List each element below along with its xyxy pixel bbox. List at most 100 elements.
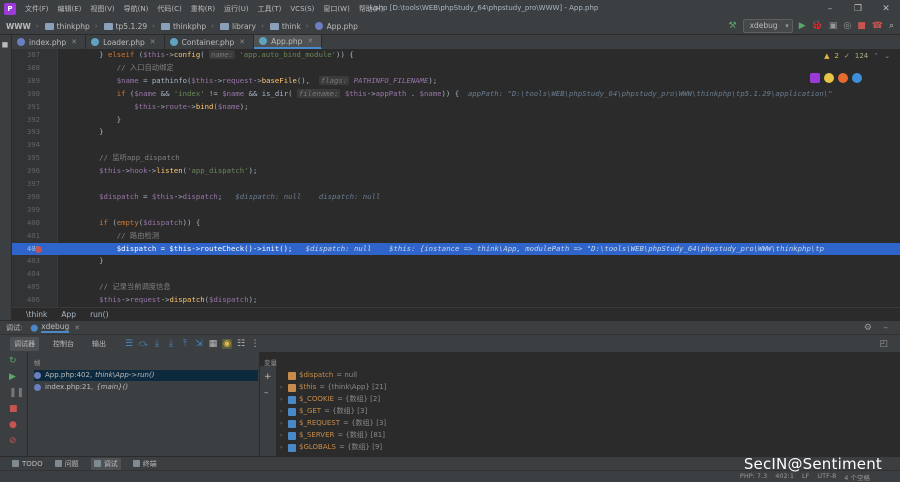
variable-row[interactable]: › $this = {think\App} [21] <box>280 382 386 393</box>
breakpoint-icon[interactable] <box>35 245 42 253</box>
code-line[interactable]: 391 $this->route->bind($name); <box>12 101 900 114</box>
frame-row[interactable]: index.php:21, {main}() <box>34 382 258 393</box>
code-editor[interactable]: 387 } elseif ($this->config( name: 'app.… <box>12 49 900 307</box>
expand-icon[interactable]: › <box>280 418 288 429</box>
listen-debug-icon[interactable]: ☎ <box>872 21 883 31</box>
tab-index-php[interactable]: index.php ✕ <box>12 35 87 49</box>
tab-debugger[interactable]: 调试器 <box>10 336 39 351</box>
debug-icon[interactable]: 🐞 <box>812 21 823 31</box>
inspection-widget[interactable]: ▲ 2 ✓ 124 ⌃ ⌄ <box>824 52 890 60</box>
gear-icon[interactable]: ⚙ <box>864 323 872 333</box>
tab-output[interactable]: 输出 <box>88 337 110 351</box>
show-execution-point-icon[interactable]: ☰ <box>124 339 134 349</box>
variable-row[interactable]: $dispatch = null <box>280 370 357 381</box>
debug-session-tab[interactable]: xdebug <box>41 322 70 333</box>
code-line[interactable]: 404 <box>12 268 900 281</box>
close-tab-icon[interactable]: ✕ <box>239 38 245 46</box>
code-line[interactable]: 389 $name = pathinfo($this->request->bas… <box>12 75 900 88</box>
tab-app-php[interactable]: App.php ✕ <box>254 35 323 49</box>
step-out-icon[interactable]: ⤒ <box>180 339 190 349</box>
variable-row[interactable]: › $GLOBALS = {数组} [9] <box>280 442 382 453</box>
menu-edit[interactable]: 编辑(E) <box>58 4 82 14</box>
crumb-library[interactable]: library <box>219 22 256 31</box>
stop-debug-icon[interactable]: ■ <box>9 404 18 414</box>
todo-tool-button[interactable]: TODO <box>12 460 43 468</box>
edge-icon[interactable] <box>852 73 862 83</box>
crumb-thinkphp[interactable]: thinkphp <box>44 22 90 31</box>
code-line[interactable]: 397 <box>12 178 900 191</box>
run-config-select[interactable]: xdebug <box>742 19 793 33</box>
code-line[interactable]: 405 // 记录当前调度信息 <box>12 281 900 294</box>
crumb-method[interactable]: run() <box>90 310 108 319</box>
menu-navigate[interactable]: 导航(N) <box>124 4 149 14</box>
tab-loader-php[interactable]: Loader.php ✕ <box>86 35 165 49</box>
tab-container-php[interactable]: Container.php ✕ <box>165 35 255 49</box>
code-line[interactable]: 406 $this->request->dispatch($dispatch); <box>12 294 900 307</box>
chrome-icon[interactable] <box>824 73 834 83</box>
step-over-icon[interactable]: ⤼ <box>138 339 148 349</box>
close-icon[interactable]: ✕ <box>872 0 900 18</box>
rerun-icon[interactable]: ↻ <box>9 356 17 366</box>
phpstorm-browser-icon[interactable] <box>810 73 820 83</box>
menu-vcs[interactable]: VCS(S) <box>290 5 314 13</box>
line-separator[interactable]: LF <box>802 472 809 482</box>
menu-window[interactable]: 窗口(W) <box>323 4 349 14</box>
code-line[interactable]: 390 if ($name && 'index' != $name && is_… <box>12 88 900 101</box>
expand-icon[interactable]: › <box>280 406 288 417</box>
code-line[interactable]: 396 $this->hook->listen('app_dispatch'); <box>12 165 900 178</box>
pause-icon[interactable]: ❚❚ <box>9 388 24 398</box>
variable-row[interactable]: › $_REQUEST = {数组} [3] <box>280 418 386 429</box>
variable-row[interactable]: › $_COOKIE = {数组} [2] <box>280 394 380 405</box>
close-tab-icon[interactable]: ✕ <box>71 38 77 46</box>
code-line[interactable]: 392 } <box>12 114 900 127</box>
code-line[interactable]: 398 $dispatch = $this->dispatch; $dispat… <box>12 191 900 204</box>
code-line[interactable]: 393 } <box>12 126 900 139</box>
maximize-icon[interactable]: ❐ <box>844 0 872 18</box>
menu-refactor[interactable]: 重构(R) <box>191 4 215 14</box>
close-tab-icon[interactable]: ✕ <box>307 37 313 45</box>
menu-code[interactable]: 代码(C) <box>157 4 181 14</box>
expand-icon[interactable]: › <box>280 442 288 453</box>
code-line[interactable]: 388 // 入口自动绑定 <box>12 62 900 75</box>
crumb-class[interactable]: App <box>61 310 76 319</box>
tab-console[interactable]: 控制台 <box>49 337 78 351</box>
firefox-icon[interactable] <box>838 73 848 83</box>
view-breakpoints-icon[interactable]: ● <box>9 420 17 430</box>
stop-icon[interactable]: ■ <box>857 21 866 31</box>
crumb-namespace[interactable]: \think <box>26 310 47 319</box>
layout-icon[interactable]: ☷ <box>236 339 246 349</box>
crumb-thinkphp-inner[interactable]: thinkphp <box>160 22 206 31</box>
chevron-down-icon[interactable]: ⌄ <box>884 52 890 60</box>
variable-row[interactable]: › $_SERVER = {数组} [81] <box>280 430 385 441</box>
expand-icon[interactable]: › <box>280 382 288 393</box>
code-line[interactable]: 394 <box>12 139 900 152</box>
restore-layout-icon[interactable]: ◰ <box>879 339 888 349</box>
hammer-icon[interactable]: ⚒ <box>729 21 737 31</box>
crumb-www[interactable]: WWW <box>6 22 31 31</box>
hide-icon[interactable]: – <box>884 323 889 333</box>
add-watch-icon[interactable]: + <box>264 372 272 382</box>
expand-icon[interactable]: › <box>280 394 288 405</box>
remove-watch-icon[interactable]: – <box>264 388 269 398</box>
close-tab-icon[interactable]: ✕ <box>150 38 156 46</box>
force-step-into-icon[interactable]: ⤓ <box>166 339 176 349</box>
crumb-tp5[interactable]: tp5.1.29 <box>103 22 147 31</box>
minimize-icon[interactable]: – <box>816 0 844 18</box>
project-tool-tab[interactable]: ■ <box>1 41 9 49</box>
mute-breakpoints-icon[interactable]: ⊘ <box>9 436 17 446</box>
chevron-up-icon[interactable]: ⌃ <box>873 52 879 60</box>
settings-icon[interactable]: ⋮ <box>250 339 260 349</box>
profile-icon[interactable]: ◎ <box>843 21 851 31</box>
code-line[interactable]: 395 // 监听app_dispatch <box>12 152 900 165</box>
terminal-tool-button[interactable]: 终端 <box>132 459 157 469</box>
close-session-icon[interactable]: ✕ <box>74 324 80 332</box>
php-version[interactable]: PHP: 7.3 <box>740 472 767 482</box>
crumb-app-php[interactable]: App.php <box>314 22 358 31</box>
watches-icon[interactable]: ◉ <box>222 338 232 349</box>
variable-row[interactable]: › $_GET = {数组} [3] <box>280 406 367 417</box>
expand-icon[interactable]: › <box>280 430 288 441</box>
search-icon[interactable]: ⌕ <box>889 21 894 31</box>
indent-setting[interactable]: 4 个空格 <box>844 472 870 482</box>
debug-tool-button[interactable]: 调试 <box>90 457 121 470</box>
cursor-position[interactable]: 402:1 <box>775 472 794 482</box>
